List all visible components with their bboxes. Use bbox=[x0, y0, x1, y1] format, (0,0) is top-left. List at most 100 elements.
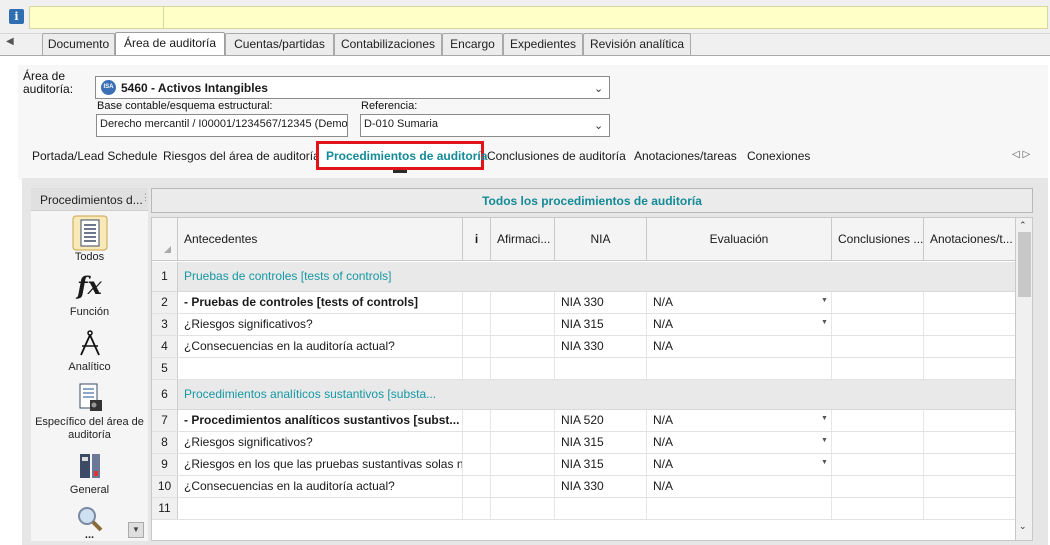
evaluation-dropdown-icon[interactable]: ▼ bbox=[821, 319, 828, 326]
tab-area-de-auditoria[interactable]: Área de auditoría bbox=[115, 32, 225, 55]
row-nia[interactable]: NIA 315 bbox=[555, 314, 647, 335]
row-evaluacion[interactable] bbox=[647, 380, 832, 409]
table-row[interactable]: 8 ¿Riesgos significativos? NIA 315 N/A ▼ bbox=[152, 432, 1015, 454]
row-conclusiones-cell[interactable] bbox=[832, 380, 924, 409]
row-evaluacion[interactable]: N/A bbox=[647, 336, 832, 357]
compass-icon[interactable] bbox=[31, 329, 148, 360]
row-antecedentes[interactable]: ¿Consecuencias en la auditoría actual? bbox=[178, 336, 463, 357]
column-header-nia[interactable]: NIA bbox=[555, 218, 647, 261]
row-nia[interactable] bbox=[555, 358, 647, 379]
row-evaluacion[interactable]: N/A bbox=[647, 432, 832, 453]
row-nia[interactable] bbox=[555, 380, 647, 409]
row-afirmaciones-cell[interactable] bbox=[491, 432, 555, 453]
table-row[interactable]: 3 ¿Riesgos significativos? NIA 315 N/A ▼ bbox=[152, 314, 1015, 336]
row-afirmaciones-cell[interactable] bbox=[491, 292, 555, 313]
tab-cuentas-partidas[interactable]: Cuentas/partidas bbox=[225, 33, 334, 55]
chevron-down-icon[interactable]: ⌄ bbox=[594, 82, 603, 95]
row-evaluacion[interactable]: N/A bbox=[647, 410, 832, 431]
column-header-conclusiones[interactable]: Conclusiones ... bbox=[832, 218, 924, 261]
list-icon[interactable] bbox=[31, 215, 148, 254]
chevron-down-icon[interactable]: ⌄ bbox=[594, 119, 603, 132]
table-row[interactable]: 7- Procedimientos analíticos sustantivos… bbox=[152, 410, 1015, 432]
row-anotaciones-cell[interactable] bbox=[924, 476, 1015, 497]
info-icon[interactable]: i bbox=[9, 9, 24, 24]
row-nia[interactable]: NIA 330 bbox=[555, 336, 647, 357]
evaluation-dropdown-icon[interactable]: ▼ bbox=[821, 459, 828, 466]
row-antecedentes[interactable]: ¿Riesgos en los que las pruebas sustanti… bbox=[178, 454, 463, 475]
subtab-riesgos[interactable]: Riesgos del área de auditoría bbox=[163, 149, 320, 163]
subtab-conexiones[interactable]: Conexiones bbox=[747, 149, 810, 163]
row-nia[interactable]: NIA 330 bbox=[555, 476, 647, 497]
row-nia[interactable]: NIA 315 bbox=[555, 432, 647, 453]
row-evaluacion[interactable]: N/A bbox=[647, 454, 832, 475]
sidebar-item-especifico[interactable]: Específico del área de auditoría bbox=[31, 416, 148, 442]
tabs-scroll-left-icon[interactable]: ◀ bbox=[6, 36, 14, 47]
row-nia[interactable] bbox=[555, 498, 647, 519]
row-antecedentes[interactable]: ¿Consecuencias en la auditoría actual? bbox=[178, 476, 463, 497]
row-conclusiones-cell[interactable] bbox=[832, 336, 924, 357]
row-anotaciones-cell[interactable] bbox=[924, 262, 1015, 291]
row-conclusiones-cell[interactable] bbox=[832, 432, 924, 453]
column-header-anotaciones[interactable]: Anotaciones/t... bbox=[924, 218, 1015, 261]
row-info-cell[interactable] bbox=[463, 476, 491, 497]
column-header-afirmaciones[interactable]: Afirmaci... bbox=[491, 218, 555, 261]
row-conclusiones-cell[interactable] bbox=[832, 292, 924, 313]
row-anotaciones-cell[interactable] bbox=[924, 432, 1015, 453]
row-conclusiones-cell[interactable] bbox=[832, 476, 924, 497]
row-nia[interactable]: NIA 330 bbox=[555, 292, 647, 313]
scroll-down-icon[interactable]: ⌄ bbox=[1019, 521, 1027, 532]
row-info-cell[interactable] bbox=[463, 336, 491, 357]
table-row[interactable]: 4 ¿Consecuencias en la auditoría actual? N… bbox=[152, 336, 1015, 358]
tab-encargo[interactable]: Encargo bbox=[442, 33, 503, 55]
row-anotaciones-cell[interactable] bbox=[924, 454, 1015, 475]
row-antecedentes[interactable]: Procedimientos analíticos sustantivos [s… bbox=[178, 380, 463, 409]
row-info-cell[interactable] bbox=[463, 292, 491, 313]
row-nia[interactable] bbox=[555, 262, 647, 291]
row-evaluacion[interactable]: N/A bbox=[647, 314, 832, 335]
function-icon[interactable]: fx bbox=[31, 273, 148, 299]
table-row[interactable]: 10 ¿Consecuencias en la auditoría actual?… bbox=[152, 476, 1015, 498]
row-antecedentes[interactable]: - Procedimientos analíticos sustantivos … bbox=[178, 410, 463, 431]
scroll-up-icon[interactable]: ⌃ bbox=[1019, 220, 1027, 231]
sidebar-item-todos[interactable]: Todos bbox=[31, 251, 148, 264]
row-afirmaciones-cell[interactable] bbox=[491, 410, 555, 431]
row-info-cell[interactable] bbox=[463, 454, 491, 475]
row-evaluacion[interactable] bbox=[647, 358, 832, 379]
sidebar-header[interactable]: Procedimientos d... bbox=[31, 188, 148, 211]
subtab-conclusiones[interactable]: Conclusiones de auditoría bbox=[487, 149, 626, 163]
ref-select[interactable]: D-010 Sumaria bbox=[360, 114, 610, 137]
row-conclusiones-cell[interactable] bbox=[832, 498, 924, 519]
row-antecedentes[interactable]: ¿Riesgos significativos? bbox=[178, 432, 463, 453]
row-info-cell[interactable] bbox=[463, 358, 491, 379]
row-anotaciones-cell[interactable] bbox=[924, 410, 1015, 431]
row-info-cell[interactable] bbox=[463, 380, 491, 409]
row-afirmaciones-cell[interactable] bbox=[491, 454, 555, 475]
evaluation-dropdown-icon[interactable]: ▼ bbox=[821, 437, 828, 444]
row-afirmaciones-cell[interactable] bbox=[491, 380, 555, 409]
row-anotaciones-cell[interactable] bbox=[924, 292, 1015, 313]
sidebar-grip-icon[interactable]: ⋮ bbox=[141, 192, 150, 203]
sidebar-item-general[interactable]: General bbox=[31, 484, 148, 497]
table-row[interactable]: 5 bbox=[152, 358, 1015, 380]
row-evaluacion[interactable] bbox=[647, 262, 832, 291]
row-info-cell[interactable] bbox=[463, 432, 491, 453]
tab-documento[interactable]: Documento bbox=[42, 33, 115, 55]
row-anotaciones-cell[interactable] bbox=[924, 314, 1015, 335]
evaluation-dropdown-icon[interactable]: ▼ bbox=[821, 415, 828, 422]
row-anotaciones-cell[interactable] bbox=[924, 498, 1015, 519]
row-afirmaciones-cell[interactable] bbox=[491, 498, 555, 519]
tab-expedientes[interactable]: Expedientes bbox=[503, 33, 583, 55]
row-conclusiones-cell[interactable] bbox=[832, 454, 924, 475]
row-info-cell[interactable] bbox=[463, 410, 491, 431]
row-info-cell[interactable] bbox=[463, 314, 491, 335]
row-antecedentes[interactable]: ¿Riesgos significativos? bbox=[178, 314, 463, 335]
row-antecedentes[interactable]: Pruebas de controles [tests of controls] bbox=[178, 262, 463, 291]
section-row[interactable]: 6 Procedimientos analíticos sustantivos [… bbox=[152, 380, 1015, 410]
row-evaluacion[interactable]: N/A bbox=[647, 292, 832, 313]
row-conclusiones-cell[interactable] bbox=[832, 358, 924, 379]
table-row[interactable]: 2- Pruebas de controles [tests of contro… bbox=[152, 292, 1015, 314]
row-antecedentes[interactable] bbox=[178, 498, 463, 519]
tab-contabilizaciones[interactable]: Contabilizaciones bbox=[334, 33, 442, 55]
sidebar-item-funcion[interactable]: Función bbox=[31, 306, 148, 319]
sidebar-scroll-down-icon[interactable]: ▼ bbox=[128, 522, 144, 538]
